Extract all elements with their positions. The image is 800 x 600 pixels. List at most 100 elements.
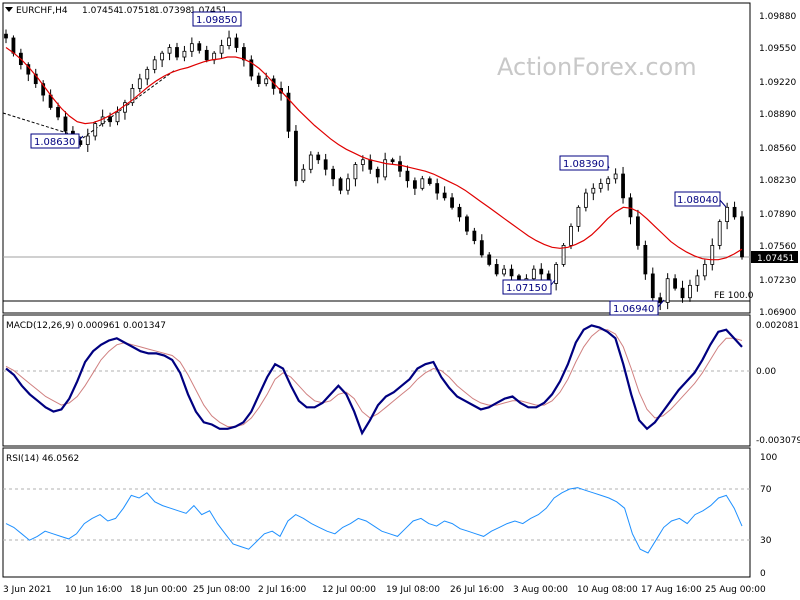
chart-canvas: ActionForex.com EURCHF,H4 1.07454 1.0751… <box>2 2 800 595</box>
candle-body <box>375 168 380 178</box>
candle-body <box>725 206 730 223</box>
candle-body <box>360 159 365 165</box>
candle-body <box>628 197 633 218</box>
macd-panel-frame <box>2 314 751 447</box>
x-tick: 10 Aug 08:00 <box>577 585 638 595</box>
x-tick: 17 Aug 16:00 <box>641 585 702 595</box>
candle-body <box>197 43 202 51</box>
price-y-tick: 1.08560 <box>759 144 796 154</box>
candle-body <box>673 278 677 289</box>
price-y-tick: 1.08230 <box>759 176 796 186</box>
candle-body <box>502 268 507 275</box>
macd-header: MACD(12,26,9) 0.000961 0.001347 <box>6 321 166 331</box>
candle-body <box>338 178 343 191</box>
x-axis: 3 Jun 2021 10 Jun 16:00 18 Jun 00:00 25 … <box>3 585 766 595</box>
price-y-tick: 1.09550 <box>759 44 796 54</box>
rsi-y-tick: 100 <box>760 453 777 463</box>
candle-body <box>11 37 16 54</box>
candle-body <box>717 221 722 246</box>
candle-body <box>346 178 350 191</box>
price-y-tick: 1.07890 <box>759 210 796 220</box>
candle-body <box>643 244 648 275</box>
annotation-1.08040: 1.08040 <box>674 191 727 208</box>
x-tick: 19 Jul 08:00 <box>386 585 440 595</box>
annotation-text: 1.09850 <box>196 15 237 26</box>
x-tick: 10 Jun 16:00 <box>65 585 122 595</box>
candle-body <box>331 168 336 180</box>
x-tick: 25 Aug 00:00 <box>705 585 766 595</box>
candle-body <box>412 180 417 189</box>
candle-body <box>137 78 142 89</box>
candle-body <box>650 273 655 299</box>
x-tick: 18 Jun 00:00 <box>130 585 187 595</box>
candle-body <box>108 116 112 123</box>
candle-body <box>583 192 588 208</box>
candle-body <box>606 178 611 184</box>
candle-body <box>175 47 179 58</box>
candle-body <box>294 130 298 182</box>
price-header-symbol: EURCHF,H4 <box>16 6 68 16</box>
candle-body <box>227 37 231 46</box>
candle-body <box>539 268 544 275</box>
candle-body <box>301 168 306 182</box>
candle-body <box>204 49 209 61</box>
candle-body <box>442 192 447 199</box>
fe-level-label: FE 100.0 <box>714 291 754 301</box>
annotation-text: 1.08040 <box>677 195 718 206</box>
annotation-text: 1.08630 <box>34 137 75 148</box>
candle-body <box>390 159 395 163</box>
candle-body <box>591 187 596 194</box>
candle-body <box>427 178 432 184</box>
price-y-tick: 1.08890 <box>759 110 796 120</box>
candle-body <box>241 47 246 61</box>
candle-body <box>160 52 165 61</box>
price-header-high: 1.07518 <box>118 6 155 16</box>
x-tick: 12 Jul 00:00 <box>322 585 376 595</box>
rsi-y-tick: 0 <box>760 569 766 579</box>
candle-body <box>569 225 573 246</box>
candle-body <box>465 216 469 232</box>
annotation-1.08390: 1.08390 <box>559 155 610 171</box>
price-header-open: 1.07454 <box>82 6 119 16</box>
annotation-1.08630: 1.08630 <box>30 133 84 149</box>
candle-body <box>368 159 373 170</box>
rsi-y-tick: 30 <box>760 536 772 546</box>
price-header-low: 1.07398 <box>154 6 191 16</box>
candle-body <box>398 161 402 172</box>
candle-body <box>405 170 410 182</box>
candle-body <box>636 216 640 246</box>
candle-body <box>152 59 157 70</box>
x-tick: 2 Jul 16:00 <box>258 585 307 595</box>
candle-body <box>435 183 440 194</box>
rsi-header: RSI(14) 46.0562 <box>6 454 79 464</box>
candle-body <box>509 268 514 277</box>
annotation-1.07150: 1.07150 <box>502 279 556 295</box>
candle-body <box>85 135 90 145</box>
x-tick: 3 Jun 2021 <box>3 585 51 595</box>
candle-body <box>182 50 187 58</box>
annotation-text: 1.08390 <box>563 159 604 170</box>
candle-body <box>420 178 425 189</box>
candle-body <box>665 278 670 303</box>
candle-body <box>688 284 692 299</box>
candle-body <box>316 154 321 161</box>
x-tick: 25 Jun 08:00 <box>193 585 250 595</box>
macd-y-tick: 0.00 <box>756 367 776 377</box>
candle-body <box>576 206 581 227</box>
candle-body <box>234 37 239 48</box>
price-panel-frame <box>2 2 751 314</box>
candle-body <box>145 68 150 80</box>
annotation-1.09850: 1.09850 <box>192 11 242 27</box>
candle-body <box>598 183 603 189</box>
candle-body <box>702 264 707 277</box>
candle-body <box>256 75 261 85</box>
current-price-label: 1.07451 <box>757 254 794 264</box>
candle-body <box>457 206 462 218</box>
candle-body <box>680 287 685 299</box>
candle-body <box>93 123 98 137</box>
candle-body <box>472 230 477 242</box>
candle-body <box>353 164 358 180</box>
price-y-tick: 1.09880 <box>759 12 796 22</box>
candle-body <box>219 45 224 54</box>
rsi-y-tick: 70 <box>760 485 772 495</box>
